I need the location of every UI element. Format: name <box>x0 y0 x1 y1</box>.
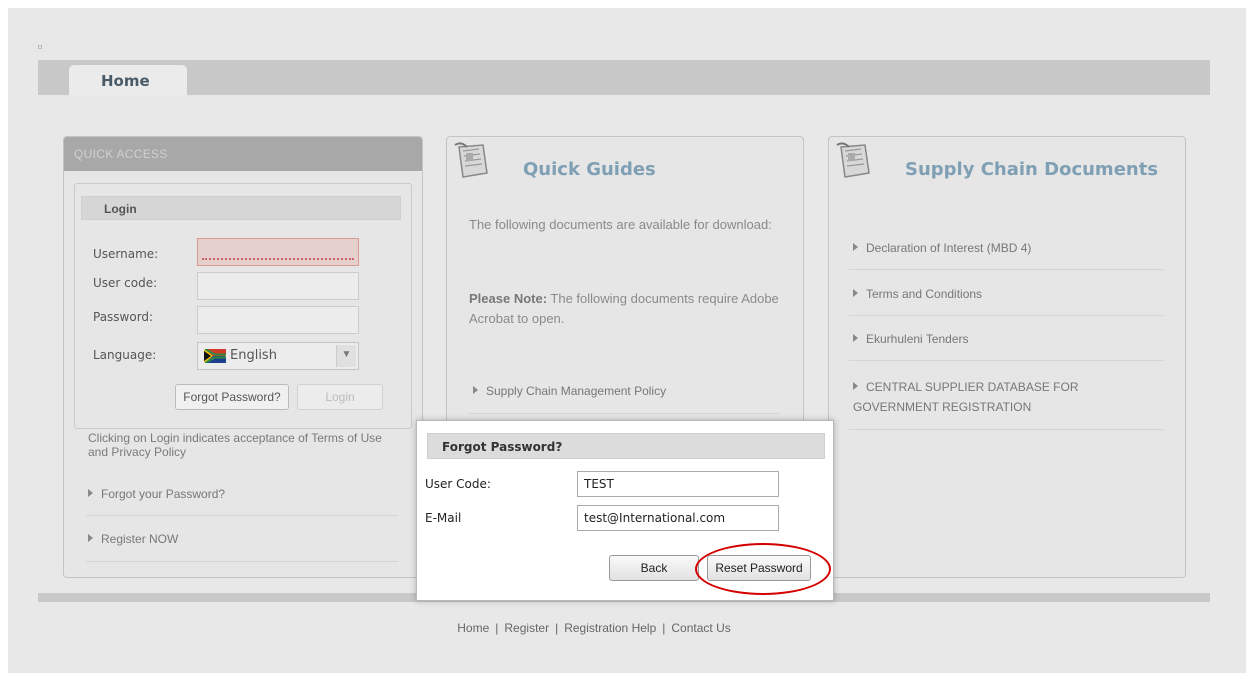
language-label: Language: <box>93 348 157 362</box>
footer-link-registration-help[interactable]: Registration Help <box>564 621 656 635</box>
usercode-field[interactable]: TEST <box>577 471 779 497</box>
footer-separator: | <box>662 621 666 635</box>
username-input[interactable] <box>197 238 359 266</box>
register-now-link[interactable]: Register NOW <box>88 532 178 546</box>
quick-guides-note: Please Note: The following documents req… <box>469 289 789 329</box>
footer-separator: | <box>555 621 559 635</box>
scm-policy-link[interactable]: Supply Chain Management Policy <box>473 384 666 398</box>
back-button[interactable]: Back <box>609 555 699 581</box>
declaration-of-interest-link[interactable]: Declaration of Interest (MBD 4) <box>853 241 1031 255</box>
tab-home[interactable]: Home <box>69 65 187 95</box>
ekurhuleni-tenders-link[interactable]: Ekurhuleni Tenders <box>853 332 969 346</box>
usercode-label: User code: <box>93 276 158 290</box>
terms-and-conditions-link[interactable]: Terms and Conditions <box>853 287 982 301</box>
email-label: E-Mail <box>425 511 462 525</box>
chevron-down-icon[interactable]: ▼ <box>336 345 356 367</box>
dialog-title: Forgot Password? <box>427 433 825 459</box>
bullet-arrow-icon <box>853 382 858 390</box>
language-value: English <box>230 348 277 363</box>
divider <box>849 315 1163 316</box>
forgot-your-password-link[interactable]: Forgot your Password? <box>88 487 225 501</box>
footer-separator: | <box>495 621 499 635</box>
document-icon <box>454 142 488 178</box>
login-title: Login <box>81 196 401 220</box>
bullet-arrow-icon <box>853 243 858 251</box>
tiny-mark <box>38 45 42 49</box>
usercode-label: User Code: <box>425 477 491 491</box>
email-field[interactable]: test@International.com <box>577 505 779 531</box>
quick-guides-intro: The following documents are available fo… <box>469 217 772 232</box>
bullet-arrow-icon <box>853 289 858 297</box>
document-icon <box>836 142 870 178</box>
forgot-password-button[interactable]: Forgot Password? <box>175 384 289 410</box>
footer-link-contact-us[interactable]: Contact Us <box>671 621 730 635</box>
divider <box>849 269 1163 270</box>
quick-access-panel: QUICK ACCESS Login Username: User code: … <box>63 136 423 578</box>
divider <box>849 360 1163 361</box>
supply-chain-panel: Supply Chain Documents Declaration of In… <box>828 136 1186 578</box>
quick-guides-title: Quick Guides <box>523 159 656 180</box>
footer-links: Home | Register | Registration Help | Contact … <box>0 621 1188 635</box>
divider <box>469 413 779 414</box>
divider <box>849 429 1163 430</box>
divider <box>86 561 398 562</box>
footer-link-register[interactable]: Register <box>504 621 549 635</box>
quick-access-header: QUICK ACCESS <box>64 137 422 171</box>
divider <box>86 515 398 516</box>
supply-chain-title: Supply Chain Documents <box>905 159 1159 180</box>
forgot-password-dialog: Forgot Password? User Code: TEST E-Mail … <box>416 420 834 601</box>
usercode-input[interactable] <box>197 272 359 300</box>
south-africa-flag-icon <box>204 349 226 363</box>
login-button[interactable]: Login <box>297 384 383 410</box>
bullet-arrow-icon <box>473 386 478 394</box>
tab-bar <box>38 60 1210 95</box>
bullet-arrow-icon <box>88 489 93 497</box>
terms-notice: Clicking on Login indicates acceptance o… <box>88 431 382 459</box>
annotation-highlight-circle <box>695 543 831 595</box>
login-box: Login Username: User code: Password: Lan… <box>74 183 412 429</box>
username-label: Username: <box>93 247 159 261</box>
language-select[interactable]: English ▼ <box>197 342 359 370</box>
footer-link-home[interactable]: Home <box>457 621 489 635</box>
bullet-arrow-icon <box>88 534 93 542</box>
password-label: Password: <box>93 310 154 324</box>
spellcheck-underline <box>202 257 354 260</box>
password-input[interactable] <box>197 306 359 334</box>
central-supplier-database-link[interactable]: CENTRAL SUPPLIER DATABASE FOR GOVERNMENT… <box>853 377 1143 417</box>
bullet-arrow-icon <box>853 334 858 342</box>
note-label: Please Note: <box>469 291 548 306</box>
